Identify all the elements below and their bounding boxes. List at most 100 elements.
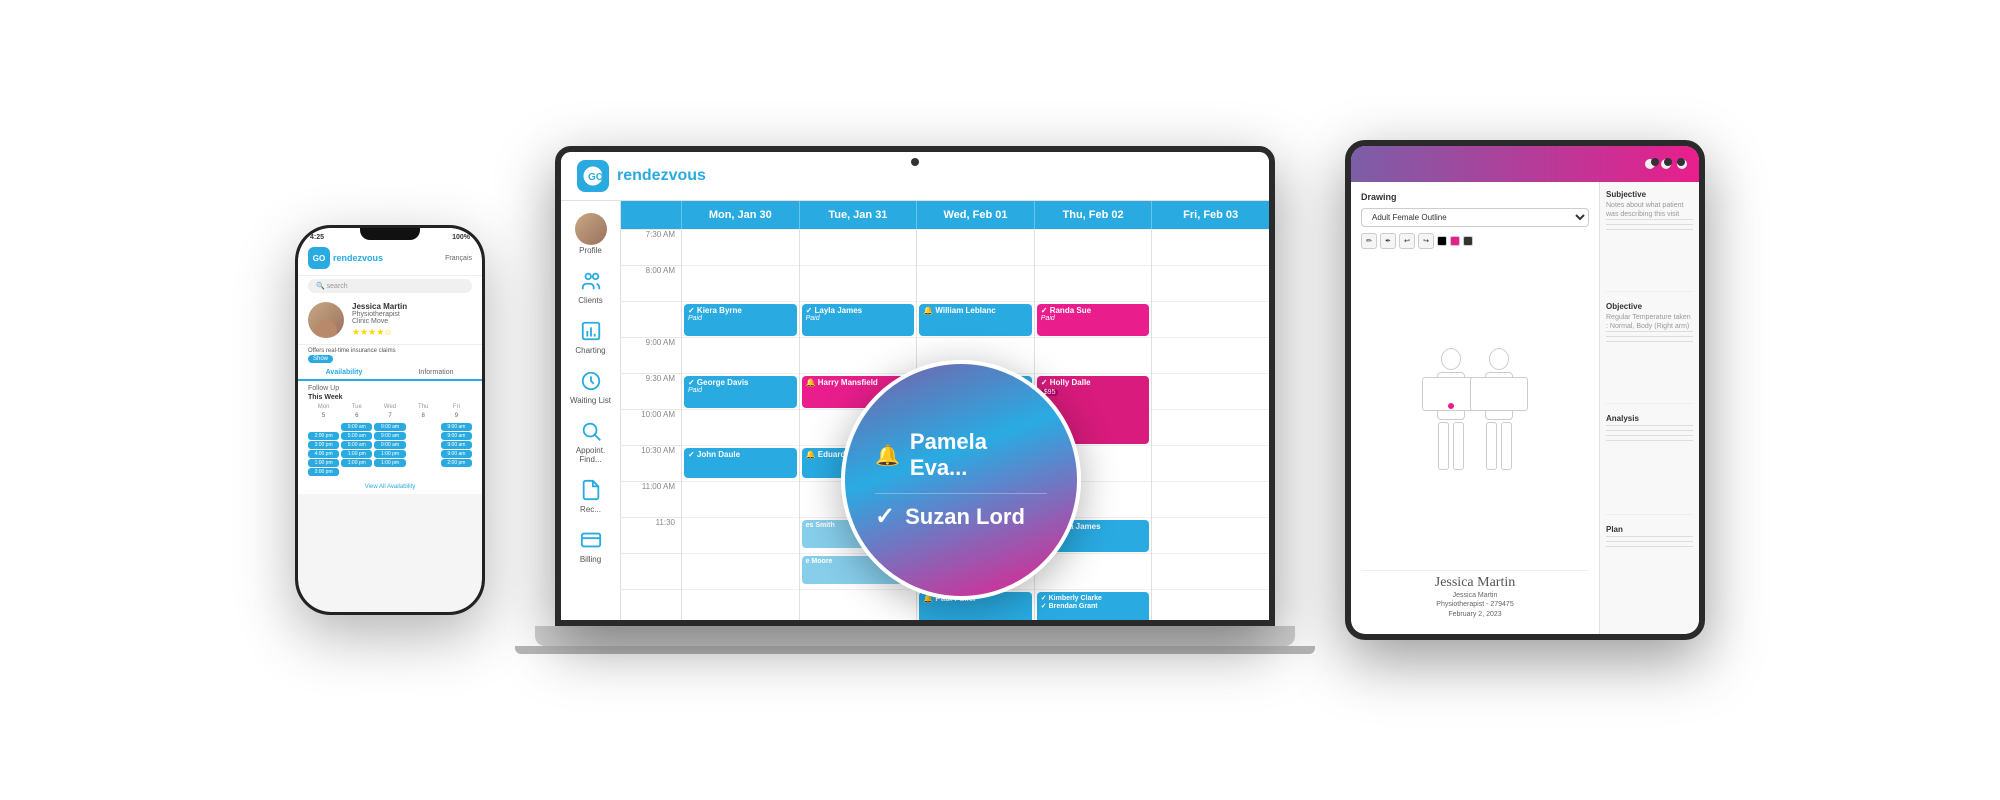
cal-day-fri: Fri, Feb 03 [1151,201,1269,229]
svg-text:GO: GO [588,172,603,183]
tablet-titlebar [1351,146,1699,182]
phone-day-tue: Tue [341,404,372,410]
appointment-popup[interactable]: 🔔 Pamela Eva... ✓ Suzan Lord [841,360,1081,600]
body-torso-back [1485,372,1513,420]
nav-label-charting: Charting [575,346,605,355]
color-black[interactable] [1437,236,1447,246]
tablet-cam-dot-3 [1677,158,1685,166]
phone-logo: GO rendezvous [308,247,383,269]
people-icon [577,267,605,295]
appt-george[interactable]: ✓ George Davis Paid [684,376,797,408]
soap-plan: Plan [1606,525,1693,626]
phone-provider-avatar [308,302,344,338]
nav-item-receipts[interactable]: Rec... [566,472,616,518]
time-col-header [621,201,681,229]
body-leg-right-back [1501,422,1512,470]
day-col-fri[interactable] [1151,229,1269,620]
phone-profile-section: Jessica Martin Physiotherapist Clinic Mo… [298,296,482,345]
phone-tabs: Availability Information [298,366,482,381]
tablet-drawing-area: Drawing Adult Female Outline ✏ ✒ ↩ ↪ [1351,182,1599,634]
redo-tool[interactable]: ↪ [1418,233,1434,249]
popup-pamela[interactable]: 🔔 Pamela Eva... [875,421,1047,494]
appt-randa[interactable]: ✓ Randa Sue Paid [1037,304,1150,336]
phone-logo-text: rendezvous [333,253,383,263]
nav-item-charting[interactable]: Charting [566,313,616,359]
phone-time: 4:25 [310,234,324,241]
popup-suzan[interactable]: ✓ Suzan Lord [875,494,1047,539]
billing-icon [577,526,605,554]
nav-item-clients[interactable]: Clients [566,263,616,309]
drawing-toolbar: ✏ ✒ ↩ ↪ [1361,233,1589,249]
nav-label-receipts: Rec... [580,505,601,514]
popup-pamela-name: Pamela Eva... [910,429,1047,481]
nav-label-waiting: Waiting List [570,396,611,405]
appt-john[interactable]: ✓ John Daule [684,448,797,478]
drawing-label: Drawing [1361,192,1589,202]
body-head-front [1441,348,1461,370]
nav-label-profile: Profile [579,246,602,255]
phone-claims: Offers real-time insurance claims Show [298,345,482,366]
appt-kiera[interactable]: ✓ Kiera Byrne Paid [684,304,797,336]
phone-day-dates: 5 6 7 8 9 [308,413,472,419]
nav-item-waiting[interactable]: Waiting List [566,363,616,409]
nav-item-appointments[interactable]: Appoint. Find... [566,413,616,468]
cal-day-tue: Tue, Jan 31 [799,201,917,229]
body-figures [1437,348,1513,470]
time-1100: 11:00 AM [621,481,681,517]
nav-profile-avatar [575,213,607,245]
color-dark[interactable] [1463,236,1473,246]
undo-tool[interactable]: ↩ [1399,233,1415,249]
tablet-cam-dot-2 [1664,158,1672,166]
signature-area: Jessica Martin Jessica Martin Physiother… [1361,570,1589,624]
document-icon [577,476,605,504]
nav-item-billing[interactable]: Billing [566,522,616,568]
app-logo-icon: GO [577,160,609,192]
phone-provider-clinic: Clinic Move [352,318,472,325]
time-1030: 10:30 AM [621,445,681,481]
phone-view-all[interactable]: View All Availability [298,480,482,494]
phone-stars: ★★★★☆ [352,327,472,338]
cal-day-mon: Mon, Jan 30 [681,201,799,229]
body-leg-right-front [1453,422,1464,470]
plan-label: Plan [1606,525,1693,534]
body-arms-back [1470,377,1528,411]
phone-followup: Follow Up This Week Mon Tue Wed Thu Fri … [298,381,482,480]
time-1130: 11:30 [621,517,681,553]
phone-tab-availability[interactable]: Availability [298,366,390,381]
appt-william[interactable]: 🔔 William Leblanc [919,304,1032,336]
scene: 4:25 100% GO rendezvous Français 🔍 searc… [0,0,2000,800]
appt-layla[interactable]: ✓ Layla James Paid [802,304,915,336]
pencil-tool[interactable]: ✏ [1361,233,1377,249]
time-1000: 10:00 AM [621,409,681,445]
phone-search-field[interactable]: 🔍 search [308,279,472,293]
color-pink[interactable] [1450,236,1460,246]
body-diagram [1361,255,1589,564]
phone-lang: Français [445,255,472,262]
time-830 [621,301,681,337]
time-column: 7:30 AM 8:00 AM 9:00 AM 9:30 AM 10:00 AM… [621,229,681,620]
nav-item-profile[interactable]: Profile [566,209,616,259]
phone-slots-grid: 2:00 pm 3:00 pm 4:00 pm 1:00 pm 2:00 pm … [308,423,472,476]
subjective-text: Notes about what patient was describing … [1606,201,1693,219]
waiting-icon [577,367,605,395]
soap-analysis: Analysis [1606,414,1693,516]
pen-tool[interactable]: ✒ [1380,233,1396,249]
day-col-mon[interactable]: ✓ Kiera Byrne Paid ✓ George Davis P [681,229,799,620]
popup-suzan-name: Suzan Lord [905,504,1025,530]
phone-claims-badge[interactable]: Show [308,355,333,363]
signature-info: Jessica Martin Physiotherapist - 279475 … [1365,591,1585,620]
phone-provider-info: Jessica Martin Physiotherapist Clinic Mo… [352,302,472,338]
go-logo-icon: GO [308,247,330,269]
phone-day-wed: Wed [374,404,405,410]
phone-search-bar: 🔍 search [298,276,482,296]
tablet-soap-panel: Subjective Notes about what patient was … [1599,182,1699,634]
laptop-base [535,626,1295,646]
phone-tab-information[interactable]: Information [390,366,482,379]
drawing-select[interactable]: Adult Female Outline [1361,208,1589,227]
calendar-header: Mon, Jan 30 Tue, Jan 31 Wed, Feb 01 Thu,… [621,201,1269,229]
tablet-cam-dot-1 [1651,158,1659,166]
appt-kimberly[interactable]: ✓ Kimberly Clarke ✓ Brendan Grant [1037,592,1150,620]
cal-day-thu: Thu, Feb 02 [1034,201,1152,229]
laptop-wrapper: GO rendezvous Profile [515,146,1315,654]
soap-subjective: Subjective Notes about what patient was … [1606,190,1693,292]
